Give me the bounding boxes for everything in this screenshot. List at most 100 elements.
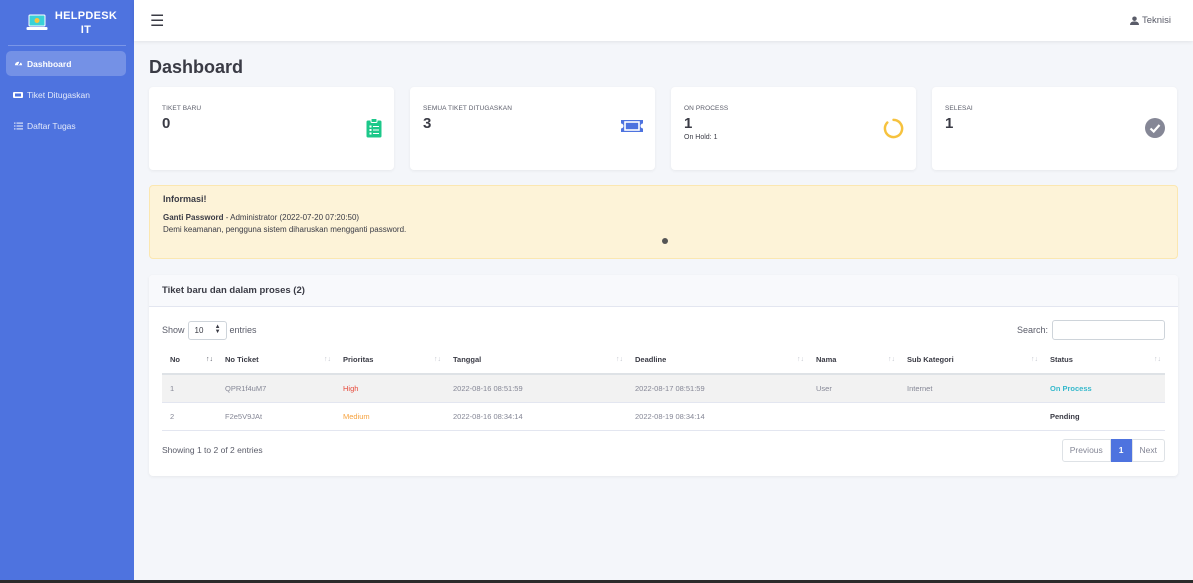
user-icon (1129, 16, 1139, 25)
cell-sub-kategori: Internet (899, 374, 1042, 403)
page-button-1[interactable]: 1 (1110, 438, 1132, 462)
stat-label: SELESAI (945, 105, 973, 112)
stat-sub: On Hold: 1 (684, 134, 718, 141)
main-content: Dashboard TIKET BARU 0 SEMUA TIKET DITUG… (149, 41, 1178, 476)
table-header-row: No ↑↓ No Ticket ↑↓ Prioritas ↑↓ Tanggal ↑↓ D… (162, 346, 1165, 375)
cell-priority: Medium (335, 402, 445, 431)
stat-label: TIKET BARU (162, 105, 202, 112)
sort-icon: ↑↓ (1154, 356, 1161, 363)
stats-row: TIKET BARU 0 SEMUA TIKET DITUGASKAN 3 ON… (149, 87, 1178, 170)
sidebar-item-label: Tiket Ditugaskan (27, 89, 90, 100)
stat-card-selesai: SELESAI 1 (932, 87, 1177, 170)
alert-subject: Ganti Password (163, 213, 224, 222)
cell-tanggal: 2022-08-16 08:51:59 (445, 374, 627, 403)
sort-icon: ↑↓ (888, 356, 895, 363)
table-controls: Show 10 ▲ ▼ entries Search: (162, 319, 1165, 341)
sort-icon: ↑↓ (797, 356, 804, 363)
next-button[interactable]: Next (1131, 438, 1165, 462)
alert-meta: - Administrator (2022-07-20 07:20:50) (223, 213, 360, 222)
sidebar-item-tiket-ditugaskan[interactable]: Tiket Ditugaskan (6, 82, 126, 107)
brand-text: HELPDESK IT (50, 9, 126, 37)
brand-line-1: HELPDESK (54, 9, 118, 22)
search-label: Search: (1016, 325, 1048, 335)
cell-no: 1 (162, 374, 217, 403)
user-name: Teknisi (1141, 15, 1171, 26)
cell-no: 2 (162, 402, 217, 431)
card-title: Tiket baru dan dalam proses (2) (149, 275, 1178, 307)
user-menu[interactable]: Teknisi (1129, 15, 1171, 26)
stat-label: SEMUA TIKET DITUGASKAN (423, 105, 513, 112)
table-info: Showing 1 to 2 of 2 entries (162, 445, 263, 455)
list-icon (13, 121, 23, 131)
clipboard-list-icon (366, 118, 382, 143)
cell-deadline: 2022-08-19 08:34:14 (627, 402, 808, 431)
sidebar-item-label: Dashboard (27, 58, 72, 69)
cell-priority: High (335, 374, 445, 403)
circle-notch-icon (883, 118, 904, 144)
check-circle-icon (1145, 118, 1165, 143)
cell-tanggal: 2022-08-16 08:34:14 (445, 402, 627, 431)
stat-card-tiket-baru: TIKET BARU 0 (149, 87, 394, 170)
previous-button[interactable]: Previous (1061, 438, 1111, 462)
alert-title: Informasi! (163, 194, 207, 204)
sidebar-item-label: Daftar Tugas (27, 120, 76, 131)
column-header-tanggal[interactable]: Tanggal ↑↓ (445, 346, 627, 375)
stat-value: 1 (945, 115, 954, 132)
sort-icon: ↑↓ (1031, 356, 1038, 363)
sort-icon: ↑↓ (616, 356, 623, 363)
cell-ticket: QPR1f4uM7 (217, 374, 335, 403)
search-input[interactable] (1052, 320, 1165, 340)
stat-card-on-process: ON PROCESS 1 On Hold: 1 (671, 87, 916, 170)
entries-select[interactable]: 10 ▲ ▼ (187, 320, 227, 340)
column-header-deadline[interactable]: Deadline ↑↓ (627, 346, 808, 375)
sidebar-nav: Dashboard Tiket Ditugaskan Daftar Tugas (0, 51, 134, 138)
column-header-no[interactable]: No ↑↓ (162, 346, 217, 375)
entries-label: entries (229, 325, 257, 335)
cell-sub-kategori (899, 402, 1042, 431)
stat-label: ON PROCESS (684, 105, 729, 112)
alert-line: Ganti Password - Administrator (2022-07-… (163, 213, 1164, 222)
sort-icon: ↑↓ (434, 356, 441, 363)
pagination: Previous 1 Next (1061, 438, 1165, 462)
ticket-table: No ↑↓ No Ticket ↑↓ Prioritas ↑↓ Tanggal ↑↓ D… (162, 346, 1165, 431)
menu-toggle-icon[interactable]: ☰ (150, 11, 164, 31)
entries-length: Show 10 ▲ ▼ entries (162, 320, 257, 340)
select-arrows-icon: ▲ ▼ (214, 324, 221, 335)
brand[interactable]: HELPDESK IT (8, 0, 126, 46)
column-header-sub-kategori[interactable]: Sub Kategori ↑↓ (899, 346, 1042, 375)
sidebar: HELPDESK IT Dashboard Tiket Ditugaskan D… (0, 0, 134, 583)
table-row[interactable]: 1 QPR1f4uM7 High 2022-08-16 08:51:59 202… (162, 374, 1165, 403)
sidebar-item-daftar-tugas[interactable]: Daftar Tugas (6, 113, 126, 138)
page-title: Dashboard (149, 57, 244, 77)
table-search: Search: (1017, 320, 1165, 340)
column-header-no-ticket[interactable]: No Ticket ↑↓ (217, 346, 335, 375)
cell-status: Pending (1042, 402, 1165, 431)
topbar: ☰ Teknisi (134, 0, 1193, 41)
ticket-icon (621, 118, 643, 139)
alert-description: Demi keamanan, pengguna sistem diharuska… (163, 225, 407, 234)
stat-value: 1 (684, 115, 693, 132)
tachometer-icon (13, 59, 23, 69)
sidebar-item-dashboard[interactable]: Dashboard (6, 51, 126, 76)
column-header-status[interactable]: Status ↑↓ (1042, 346, 1165, 375)
carousel-indicator[interactable] (662, 238, 668, 244)
ticket-table-card: Tiket baru dan dalam proses (2) Show 10 … (149, 275, 1178, 476)
card-body: Show 10 ▲ ▼ entries Search: No ↑↓ No Tic… (149, 307, 1178, 462)
cell-nama (808, 402, 899, 431)
cell-deadline: 2022-08-17 08:51:59 (627, 374, 808, 403)
cell-status: On Process (1042, 374, 1165, 403)
entries-value: 10 (194, 325, 204, 335)
info-alert: Informasi! Ganti Password - Administrato… (149, 185, 1178, 259)
sort-icon: ↑↓ (206, 356, 213, 363)
column-header-prioritas[interactable]: Prioritas ↑↓ (335, 346, 445, 375)
brand-line-2: IT (80, 23, 92, 36)
table-row[interactable]: 2 F2e5V9JAt Medium 2022-08-16 08:34:14 2… (162, 402, 1165, 431)
column-header-nama[interactable]: Nama ↑↓ (808, 346, 899, 375)
laptop-icon (24, 13, 50, 33)
cell-nama: User (808, 374, 899, 403)
sort-icon: ↑↓ (324, 356, 331, 363)
show-label: Show (162, 325, 185, 335)
stat-value: 0 (162, 115, 171, 132)
stat-card-semua-tiket: SEMUA TIKET DITUGASKAN 3 (410, 87, 655, 170)
cell-ticket: F2e5V9JAt (217, 402, 335, 431)
